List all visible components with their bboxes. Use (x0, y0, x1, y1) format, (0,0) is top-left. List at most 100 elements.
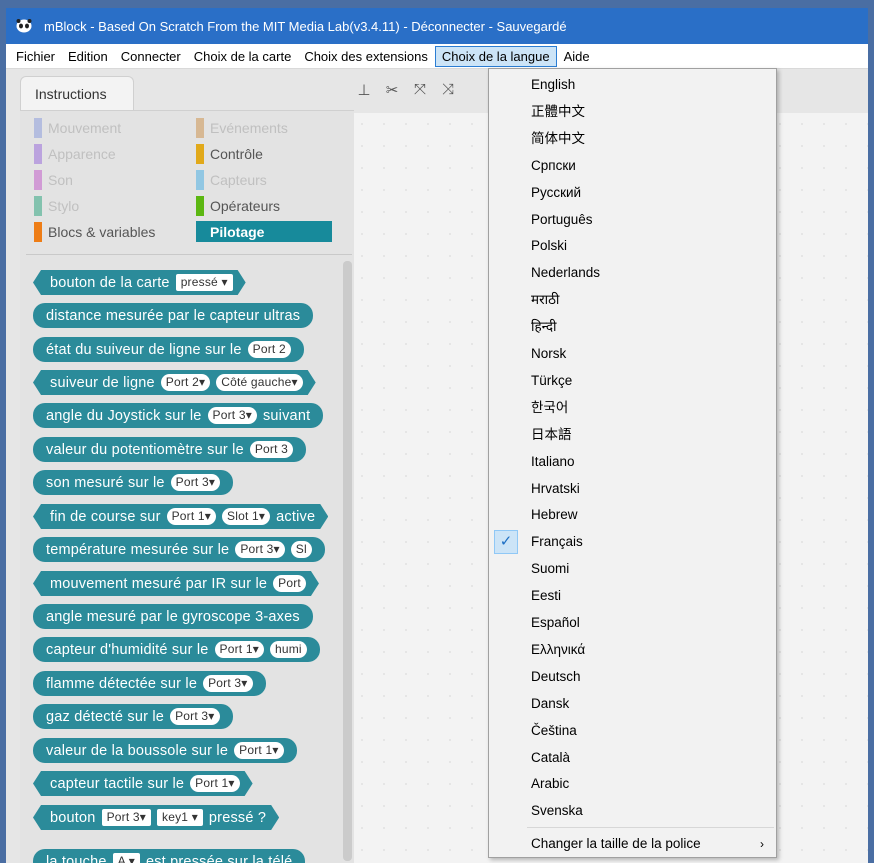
menu-choix-extensions[interactable]: Choix des extensions (298, 46, 434, 67)
category-stylo[interactable]: Stylo (34, 195, 79, 216)
block-dropdown[interactable]: Slot 1▾ (222, 508, 270, 525)
palette-block[interactable]: gaz détecté sur le Port 3▾ (33, 704, 233, 729)
menu-item-language[interactable]: Čeština (489, 718, 776, 744)
block-dropdown[interactable]: Port (273, 575, 306, 592)
palette-block[interactable]: mouvement mesuré par IR sur le Port (33, 571, 319, 596)
block-dropdown[interactable]: Sl (290, 541, 312, 558)
block-dropdown[interactable]: Port 3▾ (102, 809, 151, 826)
palette-block[interactable]: son mesuré sur le Port 3▾ (33, 470, 234, 495)
menu-item-language[interactable]: 正體中文 (489, 99, 776, 125)
language-label: Català (531, 749, 571, 765)
menu-item-language[interactable]: 한국어 (489, 395, 776, 421)
language-label: Dansk (531, 695, 570, 711)
block-dropdown[interactable]: Port 3▾ (170, 708, 220, 725)
menu-item-language[interactable]: Suomi (489, 556, 776, 582)
block-dropdown[interactable]: Port 1▾ (234, 742, 284, 759)
grow-icon[interactable]: ⤧ (412, 81, 428, 99)
menu-item-language[interactable]: Català (489, 745, 776, 771)
palette-block[interactable]: état du suiveur de ligne sur le Port 2 (33, 337, 304, 362)
block-text: est pressée sur la télé (145, 853, 293, 863)
menu-item-font-size[interactable]: Changer la taille de la police › (489, 831, 776, 857)
palette-block[interactable]: angle du Joystick sur le Port 3▾ suivant (33, 403, 324, 428)
category-mouvement[interactable]: Mouvement (34, 117, 121, 138)
palette-block[interactable]: valeur du potentiomètre sur le Port 3 (33, 437, 307, 462)
menu-item-language[interactable]: हिन्दी (489, 314, 776, 340)
category-pilotage[interactable]: Pilotage (196, 221, 332, 242)
menu-item-language[interactable]: Türkçe (489, 368, 776, 394)
block-dropdown[interactable]: humi (269, 641, 307, 658)
palette-block[interactable]: suiveur de ligne Port 2▾ Côté gauche▾ (33, 370, 316, 395)
menu-choix-carte[interactable]: Choix de la carte (188, 46, 298, 67)
block-dropdown[interactable]: A ▾ (112, 853, 140, 863)
palette-block[interactable]: valeur de la boussole sur le Port 1▾ (33, 738, 297, 763)
menu-item-language[interactable]: Hrvatski (489, 476, 776, 502)
language-label: Italiano (531, 453, 575, 469)
palette-block[interactable]: température mesurée sur le Port 3▾ Sl (33, 537, 325, 562)
shrink-icon[interactable]: ⤨ (440, 81, 456, 99)
palette-block[interactable]: capteur d'humidité sur le Port 1▾ humi (33, 637, 320, 662)
block-dropdown[interactable]: Côté gauche▾ (216, 374, 302, 391)
block-dropdown[interactable]: pressé ▾ (176, 274, 233, 291)
palette-block[interactable]: capteur tactile sur le Port 1▾ (33, 771, 253, 796)
title-bar: mBlock - Based On Scratch From the MIT M… (6, 8, 868, 44)
palette-block[interactable]: bouton de la carte pressé ▾ (33, 270, 246, 295)
category-color-swatch (196, 117, 204, 138)
palette-block[interactable]: distance mesurée par le capteur ultras (33, 303, 314, 328)
tab-instructions[interactable]: Instructions (20, 76, 134, 111)
category-blocs-variables[interactable]: Blocs & variables (34, 221, 155, 242)
category-op-rateurs[interactable]: Opérateurs (196, 195, 280, 216)
menu-item-language[interactable]: Русский (489, 180, 776, 206)
category-son[interactable]: Son (34, 169, 73, 190)
block-dropdown[interactable]: Port 3▾ (235, 541, 285, 558)
menu-item-language[interactable]: Polski (489, 233, 776, 259)
block-dropdown[interactable]: Port 3▾ (207, 407, 257, 424)
palette-block[interactable]: angle mesuré par le gyroscope 3-axes (33, 604, 313, 629)
block-dropdown[interactable]: Port 3▾ (170, 474, 221, 491)
palette-scrollbar[interactable] (343, 261, 352, 861)
block-dropdown[interactable]: Port 3 (249, 441, 294, 458)
category-label: Pilotage (210, 223, 265, 240)
menu-edition[interactable]: Edition (62, 46, 114, 67)
menu-item-language[interactable]: Español (489, 610, 776, 636)
block-dropdown[interactable]: Port 1▾ (214, 641, 264, 658)
cut-icon[interactable]: ✂ (384, 81, 400, 99)
category-contr-le[interactable]: Contrôle (196, 143, 263, 164)
block-dropdown[interactable]: Port 1▾ (190, 775, 239, 792)
block-text: distance mesurée par le capteur ultras (46, 307, 301, 324)
stamp-icon[interactable]: ⊥ (356, 81, 372, 99)
category-apparence[interactable]: Apparence (34, 143, 116, 164)
palette-block[interactable]: fin de course sur Port 1▾ Slot 1▾ active (33, 504, 328, 529)
menu-item-language[interactable]: Српски (489, 153, 776, 179)
palette-block[interactable]: bouton Port 3▾ key1 ▾ pressé ? (33, 805, 279, 830)
menu-item-language[interactable]: Dansk (489, 691, 776, 717)
menu-item-language[interactable]: English (489, 72, 776, 98)
category-ev-nements[interactable]: Evénements (196, 117, 288, 138)
menu-item-language[interactable]: मराठी (489, 287, 776, 313)
category-label: Stylo (48, 197, 80, 214)
menu-item-language[interactable]: Arabic (489, 771, 776, 797)
palette-block[interactable]: flamme détectée sur le Port 3▾ (33, 671, 266, 696)
menu-item-language[interactable]: Ελληνικά (489, 637, 776, 663)
menu-item-language[interactable]: 简体中文 (489, 126, 776, 152)
menu-item-language[interactable]: Italiano (489, 449, 776, 475)
palette-block[interactable]: la touche A ▾ est pressée sur la télé (33, 849, 306, 863)
menu-item-language[interactable]: ✓ Français (489, 529, 776, 555)
menu-item-language[interactable]: Deutsch (489, 664, 776, 690)
category-capteurs[interactable]: Capteurs (196, 169, 267, 190)
menu-fichier[interactable]: Fichier (10, 46, 61, 67)
menu-item-language[interactable]: Svenska (489, 798, 776, 824)
menu-item-language[interactable]: 日本語 (489, 422, 776, 448)
menu-item-language[interactable]: Eesti (489, 583, 776, 609)
menu-connecter[interactable]: Connecter (115, 46, 187, 67)
block-dropdown[interactable]: Port 1▾ (167, 508, 216, 525)
menu-aide[interactable]: Aide (558, 46, 596, 67)
menu-item-language[interactable]: Norsk (489, 341, 776, 367)
menu-item-language[interactable]: Hebrew (489, 502, 776, 528)
block-dropdown[interactable]: key1 ▾ (157, 809, 203, 826)
menu-item-language[interactable]: Nederlands (489, 260, 776, 286)
menu-item-language[interactable]: Português (489, 207, 776, 233)
block-dropdown[interactable]: Port 2▾ (161, 374, 210, 391)
menu-choix-langue[interactable]: Choix de la langue (434, 45, 557, 67)
block-dropdown[interactable]: Port 2 (247, 341, 291, 358)
block-dropdown[interactable]: Port 3▾ (203, 675, 253, 692)
